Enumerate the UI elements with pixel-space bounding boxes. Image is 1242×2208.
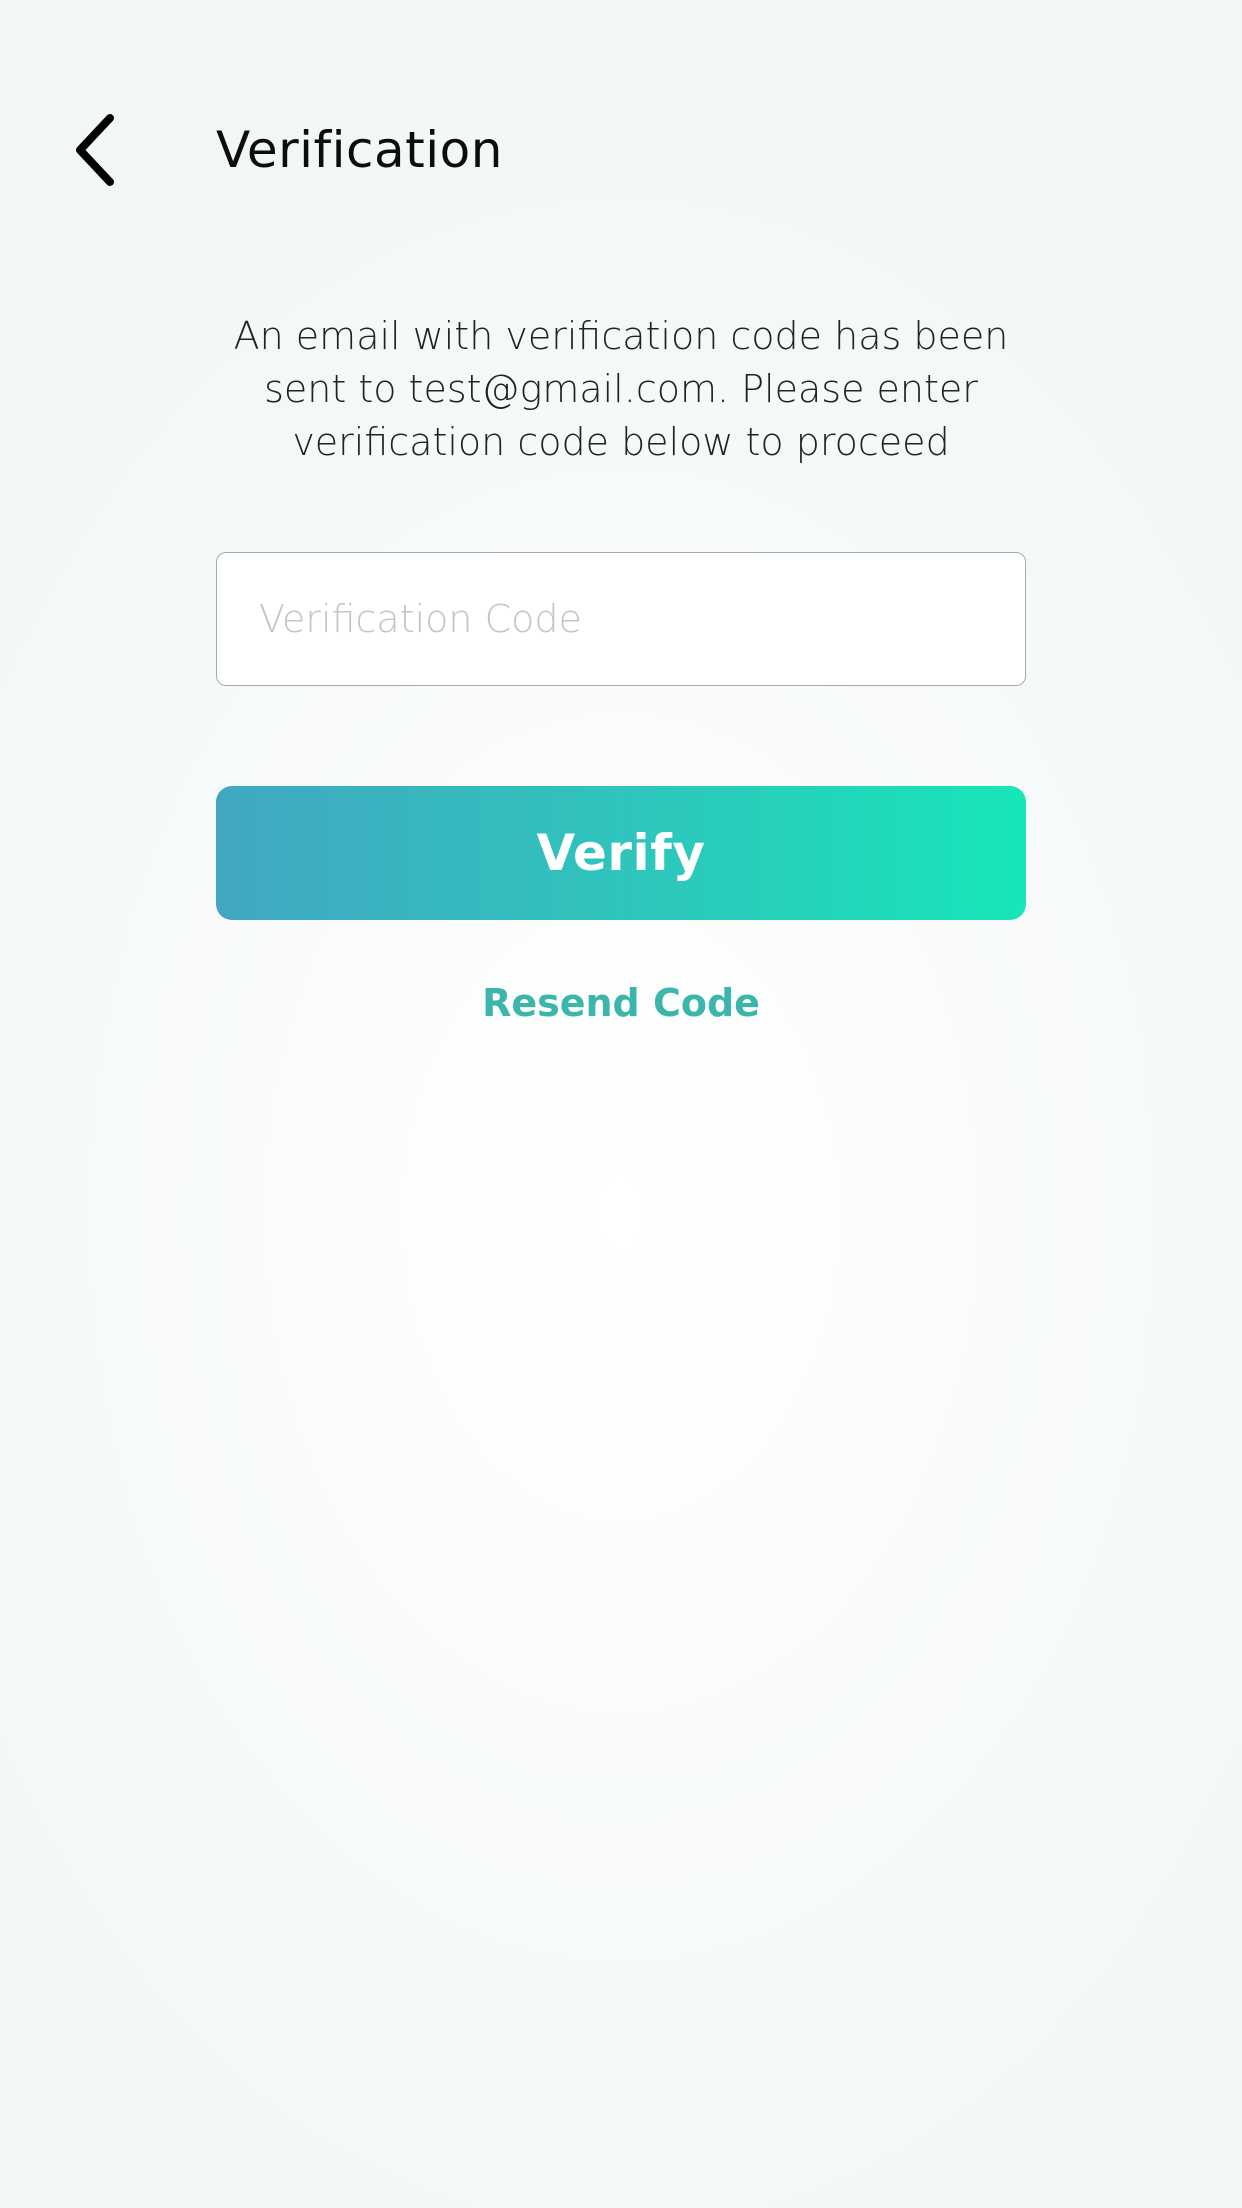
verification-code-input[interactable] — [217, 553, 1025, 685]
page-title: Verification — [216, 121, 503, 179]
header-bar: Verification — [0, 0, 1242, 300]
verify-button[interactable]: Verify — [216, 786, 1026, 920]
back-button[interactable] — [60, 100, 130, 200]
chevron-left-icon — [76, 114, 114, 186]
verification-code-field[interactable] — [216, 552, 1026, 686]
resend-code-link[interactable]: Resend Code — [421, 976, 821, 1030]
verification-message: An email with verification code has been… — [233, 314, 1009, 464]
